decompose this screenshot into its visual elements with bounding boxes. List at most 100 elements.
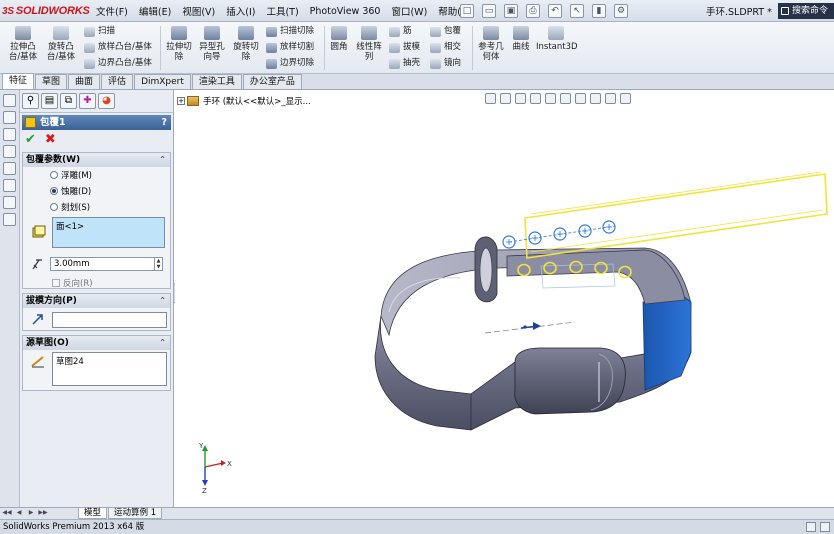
fillet-button[interactable]: 圆角 (328, 26, 350, 52)
tab-sketch[interactable]: 草图 (35, 74, 68, 89)
first-tab-icon[interactable]: ◀◀ (2, 508, 12, 518)
pull-direction-header[interactable]: 拔模方向(P) ⌃ (23, 294, 170, 308)
model-viewport: X Y Z (198, 171, 828, 495)
extrude-boss-icon (15, 26, 31, 40)
custom-properties-icon[interactable] (3, 179, 16, 192)
cancel-x-icon[interactable]: ✖ (45, 132, 56, 147)
draft-button[interactable]: 拔模 (389, 42, 420, 53)
tab-surfaces[interactable]: 曲面 (68, 74, 101, 89)
loft-boss-button[interactable]: 放样凸台/基体 (84, 42, 152, 53)
ok-checkmark-icon[interactable]: ✔ (25, 132, 36, 147)
menu-file[interactable]: 文件(F) (96, 4, 128, 18)
rib-button[interactable]: 筋 (389, 26, 412, 37)
extrude-cut-button[interactable]: 拉伸切 除 (164, 26, 194, 62)
hole-wizard-button[interactable]: 异型孔 向导 (196, 26, 228, 62)
prev-tab-icon[interactable]: ◀ (14, 508, 24, 518)
direction-arrow-icon (32, 314, 43, 325)
deboss-radio[interactable]: 蚀雕(D) (23, 183, 170, 199)
last-tab-icon[interactable]: ▶▶ (38, 508, 48, 518)
source-sketch-box[interactable]: 草图24 (52, 352, 167, 386)
boundary-cut-icon (266, 58, 277, 69)
search-commands[interactable]: 搜索命令 (778, 3, 834, 19)
undo-icon[interactable]: ↶ (548, 4, 562, 18)
pull-direction-box[interactable] (52, 312, 167, 328)
scribe-radio[interactable]: 刻划(S) (23, 199, 170, 215)
dimxpert-manager-icon[interactable]: ✚ (79, 93, 96, 109)
intersect-button[interactable]: 相交 (430, 42, 461, 53)
sweep-button[interactable]: 扫描 (84, 26, 115, 37)
boundary-cut-label: 边界切除 (280, 58, 315, 68)
next-tab-icon[interactable]: ▶ (26, 508, 36, 518)
mirror-button[interactable]: 镜向 (430, 58, 461, 69)
tab-features[interactable]: 特征 (2, 73, 35, 89)
help-status-icon[interactable] (820, 522, 830, 532)
swept-cut-button[interactable]: 扫描切除 (266, 26, 314, 37)
tab-render-tools[interactable]: 渲染工具 (191, 74, 242, 89)
tab-motion-study[interactable]: 运动算例 1 (108, 508, 163, 519)
tab-model[interactable]: 模型 (78, 508, 108, 519)
rebuild-status-icon[interactable] (806, 522, 816, 532)
wrap-button[interactable]: 包覆 (430, 26, 461, 37)
display-manager-icon[interactable]: ◕ (98, 93, 115, 109)
wrap-feature-icon (25, 117, 36, 128)
view-palette-icon[interactable] (3, 145, 16, 158)
boundary-cut-button[interactable]: 边界切除 (266, 58, 314, 69)
face-selection-box[interactable]: 面<1> (52, 217, 165, 248)
new-icon[interactable]: □ (460, 4, 474, 18)
tab-evaluate[interactable]: 评估 (101, 74, 134, 89)
emboss-radio[interactable]: 浮雕(M) (23, 167, 170, 183)
tab-office-products[interactable]: 办公室产品 (242, 74, 302, 89)
print-icon[interactable]: ⎙ (526, 4, 540, 18)
file-explorer-icon[interactable] (3, 128, 16, 141)
menu-photoview[interactable]: PhotoView 360 (310, 6, 381, 17)
extrude-boss-button[interactable]: 拉伸凸 台/基体 (6, 26, 40, 62)
appearances-icon[interactable] (3, 162, 16, 175)
forum-icon[interactable] (3, 196, 16, 209)
feature-tree-icon[interactable]: ⚲ (22, 93, 39, 109)
fillet-icon (331, 26, 347, 40)
revolve-cut-button[interactable]: 旋转切 除 (230, 26, 262, 62)
menu-edit[interactable]: 编辑(E) (139, 4, 171, 18)
menu-insert[interactable]: 插入(I) (226, 4, 255, 18)
select-icon[interactable]: ↖ (570, 4, 584, 18)
menu-tools[interactable]: 工具(T) (266, 4, 298, 18)
curves-button[interactable]: 曲线 (508, 26, 534, 52)
instant3d-button[interactable]: Instant3D (536, 26, 578, 52)
depth-icon (32, 259, 42, 270)
depth-spinner[interactable]: ▲ ▼ (154, 258, 162, 270)
solidworks-logo[interactable]: 3S SOLIDWORKS (2, 2, 90, 20)
depth-input[interactable]: 3.00mm ▲ ▼ (50, 257, 163, 271)
tab-dimxpert[interactable]: DimXpert (134, 74, 191, 89)
design-library-icon[interactable] (3, 111, 16, 124)
sketch-plane-outline[interactable] (524, 171, 828, 259)
revolve-boss-button[interactable]: 旋转凸 台/基体 (44, 26, 78, 62)
wrap-parameters-header[interactable]: 包覆参数(W) ⌃ (23, 153, 170, 167)
collapse-icon[interactable]: ⌃ (159, 153, 166, 167)
lofted-cut-button[interactable]: 放样切割 (266, 42, 314, 53)
shell-button[interactable]: 抽壳 (389, 58, 420, 69)
resources-icon[interactable] (3, 94, 16, 107)
graphics-area[interactable]: + 手环 (默认<<默认>_显示... X Y Z (175, 90, 834, 507)
reference-geometry-button[interactable]: 参考几 何体 (476, 26, 506, 62)
save-icon[interactable]: ▣ (504, 4, 518, 18)
help-icon[interactable]: ? (161, 115, 167, 130)
linear-pattern-button[interactable]: 线性阵 列 (354, 26, 384, 62)
shell-icon (389, 58, 400, 69)
reverse-direction-checkbox[interactable]: 反向(R) (52, 277, 93, 289)
collapse-icon[interactable]: ⌃ (159, 294, 166, 308)
sketch-circles[interactable] (502, 220, 616, 249)
options-icon[interactable]: ⚙ (614, 4, 628, 18)
menu-view[interactable]: 视图(V) (182, 4, 215, 18)
extrude-cut-label: 拉伸切 除 (166, 42, 192, 62)
source-sketch-header[interactable]: 源草图(O) ⌃ (23, 336, 170, 350)
menu-window[interactable]: 窗口(W) (391, 4, 427, 18)
wristband-model[interactable] (374, 236, 692, 431)
collapse-icon[interactable]: ⌃ (159, 336, 166, 350)
boundary-boss-button[interactable]: 边界凸台/基体 (84, 58, 152, 69)
open-icon[interactable]: ▭ (482, 4, 496, 18)
property-manager-icon[interactable]: ▤ (41, 93, 58, 109)
pull-direction-arrow[interactable] (484, 321, 576, 334)
configuration-manager-icon[interactable]: ⧉ (60, 93, 77, 109)
rebuild-icon[interactable]: ▮ (592, 4, 606, 18)
solidworks-resources-icon[interactable] (3, 213, 16, 226)
